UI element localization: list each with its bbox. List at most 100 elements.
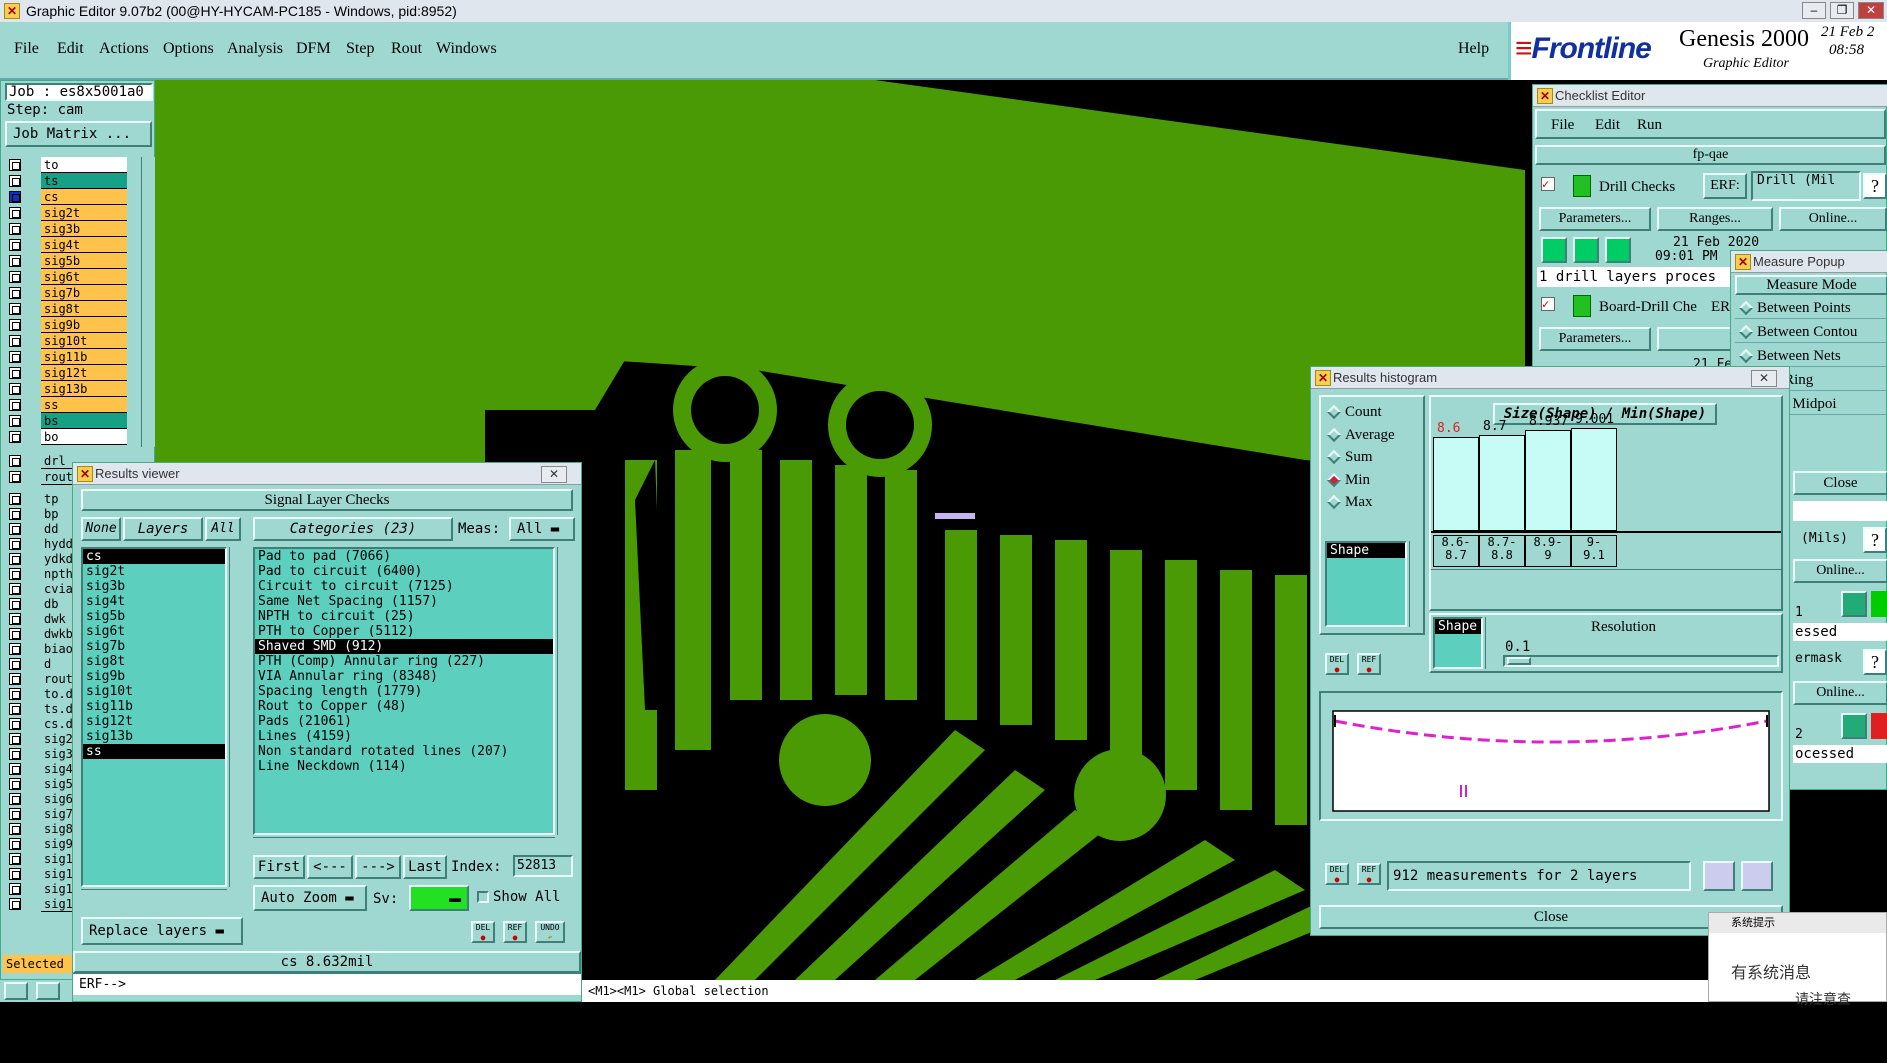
layer-display-toggle[interactable] (9, 399, 21, 411)
shape-scrollbar[interactable] (1409, 541, 1423, 627)
layer-name[interactable]: sig6t (41, 269, 127, 285)
category-item[interactable]: Spacing length (1779) (255, 684, 553, 699)
measure-close-button[interactable]: Close (1793, 471, 1887, 495)
layer-display-toggle[interactable] (9, 568, 21, 580)
result-layer-item[interactable]: sig2t (83, 564, 225, 579)
layer-name[interactable]: sig1 (41, 851, 75, 867)
restore-button[interactable]: ❐ (1830, 2, 1854, 19)
layer-name[interactable]: sig2 (41, 731, 75, 747)
layer-name[interactable]: hydd (41, 536, 75, 552)
layer-name[interactable]: cvia (41, 581, 75, 597)
layer-row[interactable]: ydkd (5, 551, 75, 567)
ranges-button[interactable]: Ranges... (1657, 207, 1773, 231)
board-drill-erf[interactable]: ER (1711, 299, 1730, 316)
layer-row[interactable]: sig12t (5, 365, 145, 381)
histogram-mode-option[interactable]: Count (1321, 401, 1425, 423)
layer-row[interactable]: bo (5, 429, 145, 445)
menu-options[interactable]: Options (163, 40, 214, 58)
layer-scrollbar[interactable] (141, 157, 155, 447)
layer-row[interactable]: ss (5, 397, 145, 413)
histogram-mode-option[interactable]: Sum (1321, 446, 1425, 468)
layer-name[interactable]: ts.d (41, 701, 75, 717)
category-item[interactable]: Pads (21061) (255, 714, 553, 729)
menu-analysis[interactable]: Analysis (227, 40, 283, 58)
menu-step[interactable]: Step (346, 40, 374, 58)
layer-display-toggle[interactable] (9, 838, 21, 850)
layer-name[interactable]: bo (41, 429, 127, 445)
shape-item[interactable]: Shape (1327, 543, 1405, 558)
first-button[interactable]: First (253, 855, 305, 879)
layer-display-toggle[interactable] (9, 583, 21, 595)
layer-display-toggle[interactable] (9, 319, 21, 331)
board-drill-name[interactable]: Board-Drill Che (1599, 299, 1697, 316)
histogram-del-icon-2[interactable]: DEL ● (1325, 863, 1349, 885)
layer-display-toggle[interactable] (9, 367, 21, 379)
auto-zoom-select[interactable]: Auto Zoom ▬ (253, 885, 367, 911)
category-item[interactable]: Pad to pad (7066) (255, 549, 553, 564)
layer-display-toggle[interactable] (9, 793, 21, 805)
checklist-menu-edit[interactable]: Edit (1595, 117, 1620, 134)
parameters-button-2[interactable]: Parameters... (1539, 327, 1651, 351)
histogram-bar[interactable] (1571, 428, 1617, 531)
del-icon[interactable]: DEL ● (471, 921, 495, 943)
category-item[interactable]: Lines (4159) (255, 729, 553, 744)
category-item[interactable]: Non standard rotated lines (207) (255, 744, 553, 759)
result-layer-item[interactable]: sig5b (83, 609, 225, 624)
drill-check-toggle[interactable]: ✓ (1541, 177, 1555, 191)
layer-name[interactable]: sig4t (41, 237, 127, 253)
result-layer-item[interactable]: sig4t (83, 594, 225, 609)
measure-mode-item[interactable]: Between Points (1735, 297, 1887, 319)
menu-file[interactable]: File (14, 40, 39, 58)
layer-display-toggle[interactable] (9, 808, 21, 820)
menu-edit[interactable]: Edit (57, 40, 84, 58)
result-layer-item[interactable]: sig10t (83, 684, 225, 699)
layer-name[interactable]: dd (41, 521, 75, 537)
run-check-icon-3[interactable] (1605, 237, 1631, 263)
histogram-mode-option[interactable]: Average (1321, 424, 1425, 446)
histogram-bar[interactable] (1433, 437, 1479, 531)
erf-button[interactable]: ERF: (1703, 173, 1747, 199)
layer-display-toggle[interactable] (9, 538, 21, 550)
layer-row[interactable]: sig5b (5, 253, 145, 269)
layer-display-toggle[interactable] (9, 778, 21, 790)
result-layer-item[interactable]: sig11b (83, 699, 225, 714)
layer-name[interactable]: dwkb (41, 626, 75, 642)
help-button-2[interactable]: ? (1863, 527, 1887, 553)
prev-button[interactable]: <--- (307, 855, 353, 879)
run-check-icon-2[interactable] (1573, 237, 1599, 263)
category-item[interactable]: Pad to circuit (6400) (255, 564, 553, 579)
category-item[interactable]: Same Net Spacing (1157) (255, 594, 553, 609)
layer-row[interactable]: cvia (5, 581, 75, 597)
board-drill-toggle[interactable]: ✓ (1541, 297, 1555, 311)
layer-display-toggle[interactable] (9, 703, 21, 715)
export-icon[interactable] (1703, 861, 1735, 891)
layer-name[interactable]: bs (41, 413, 127, 429)
layer-display-toggle[interactable] (9, 508, 21, 520)
layer-display-toggle[interactable] (9, 628, 21, 640)
layer-display-toggle[interactable] (9, 658, 21, 670)
layer-name[interactable]: sig13b (41, 381, 127, 397)
layer-name[interactable]: to.d (41, 686, 75, 702)
layer-row[interactable]: sig1 (5, 896, 75, 912)
menu-actions[interactable]: Actions (99, 40, 149, 58)
histogram-mode-radio[interactable] (1326, 449, 1342, 465)
layer-name[interactable]: db (41, 596, 75, 612)
none-button[interactable]: None (81, 517, 121, 541)
layer-row[interactable]: sig1 (5, 881, 75, 897)
measure-mode-item[interactable]: Between Contou (1735, 321, 1887, 343)
layer-name[interactable]: to (41, 157, 127, 173)
category-scrollbar[interactable] (557, 547, 571, 835)
menu-rout[interactable]: Rout (391, 40, 422, 58)
layer-row[interactable]: to (5, 157, 145, 173)
layer-name[interactable]: npth (41, 566, 75, 582)
category-item[interactable]: Shaved SMD (912) (255, 639, 553, 654)
layer-display-toggle[interactable] (9, 415, 21, 427)
system-notice[interactable]: 系统提示 有系统消息 请注意查 (1708, 912, 1887, 1008)
result-layer-item[interactable]: sig3b (83, 579, 225, 594)
histogram-hscroll[interactable] (1431, 569, 1781, 581)
result-layer-item[interactable]: sig8t (83, 654, 225, 669)
layer-row[interactable]: sig5 (5, 776, 75, 792)
layer-display-toggle[interactable] (9, 523, 21, 535)
result-layer-item[interactable]: ss (83, 744, 225, 759)
layer-row[interactable]: cs.d (5, 716, 75, 732)
